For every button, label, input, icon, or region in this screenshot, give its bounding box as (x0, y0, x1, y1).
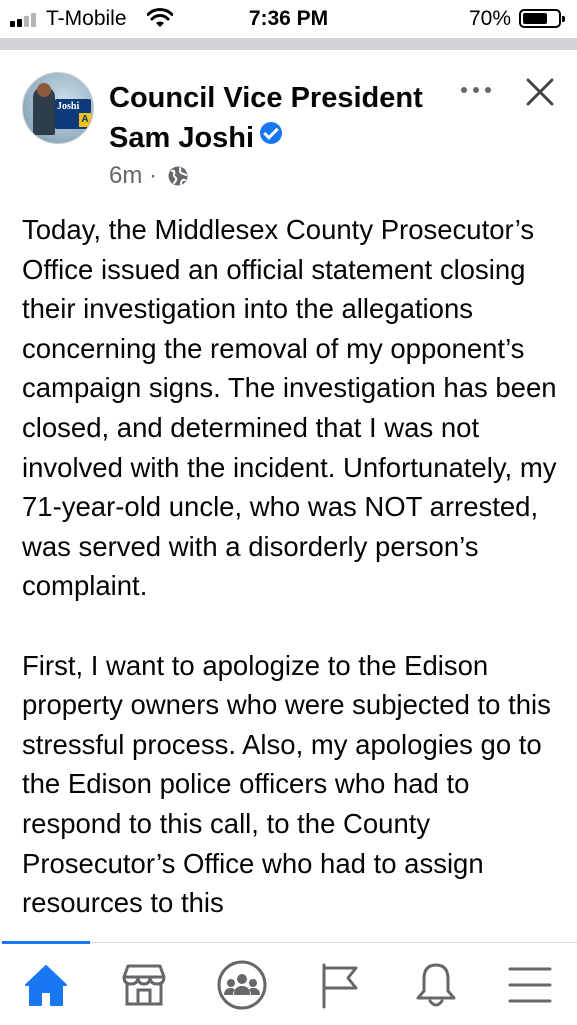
tab-menu[interactable] (502, 957, 558, 1013)
author-title-line[interactable]: Council Vice President (109, 78, 423, 118)
groups-icon (217, 960, 267, 1010)
tab-marketplace[interactable] (116, 957, 172, 1013)
battery-icon (519, 9, 565, 28)
battery-percent: 70% (468, 7, 511, 30)
avatar-sign-letter: A (79, 113, 91, 127)
storefront-icon (122, 964, 166, 1006)
tab-notifications[interactable] (408, 957, 464, 1013)
verified-badge-icon (260, 122, 283, 144)
active-tab-indicator (2, 941, 90, 944)
close-icon[interactable] (522, 74, 558, 110)
tab-pages[interactable] (312, 957, 368, 1013)
author-name-line[interactable]: Sam Joshi (109, 122, 254, 154)
post-meta: 6m · (109, 160, 188, 192)
post-text: Today, the Middlesex County Prosecutor’s… (22, 210, 562, 923)
flag-icon (322, 963, 358, 1009)
tab-groups[interactable] (214, 957, 270, 1013)
menu-icon (508, 967, 552, 1003)
meta-separator: · (149, 162, 158, 189)
post-paragraph: First, I want to apologize to the Edison… (22, 649, 551, 919)
bottom-tab-bar (0, 941, 577, 1025)
home-icon (25, 965, 67, 1006)
avatar-sign-text: Joshi (57, 101, 80, 112)
background-page-edge (0, 38, 577, 50)
status-bar: T-Mobile 7:36 PM 70% (0, 0, 577, 38)
more-horizontal-icon[interactable] (458, 80, 494, 100)
globe-icon (168, 166, 188, 186)
bell-icon (416, 963, 456, 1007)
tab-home[interactable] (18, 957, 74, 1013)
post-timestamp[interactable]: 6m (109, 162, 142, 189)
author-avatar[interactable]: Joshi A (22, 72, 94, 144)
author-name[interactable]: Council Vice President Sam Joshi (109, 78, 423, 158)
post-paragraph: Today, the Middlesex County Prosecutor’s… (22, 214, 557, 602)
